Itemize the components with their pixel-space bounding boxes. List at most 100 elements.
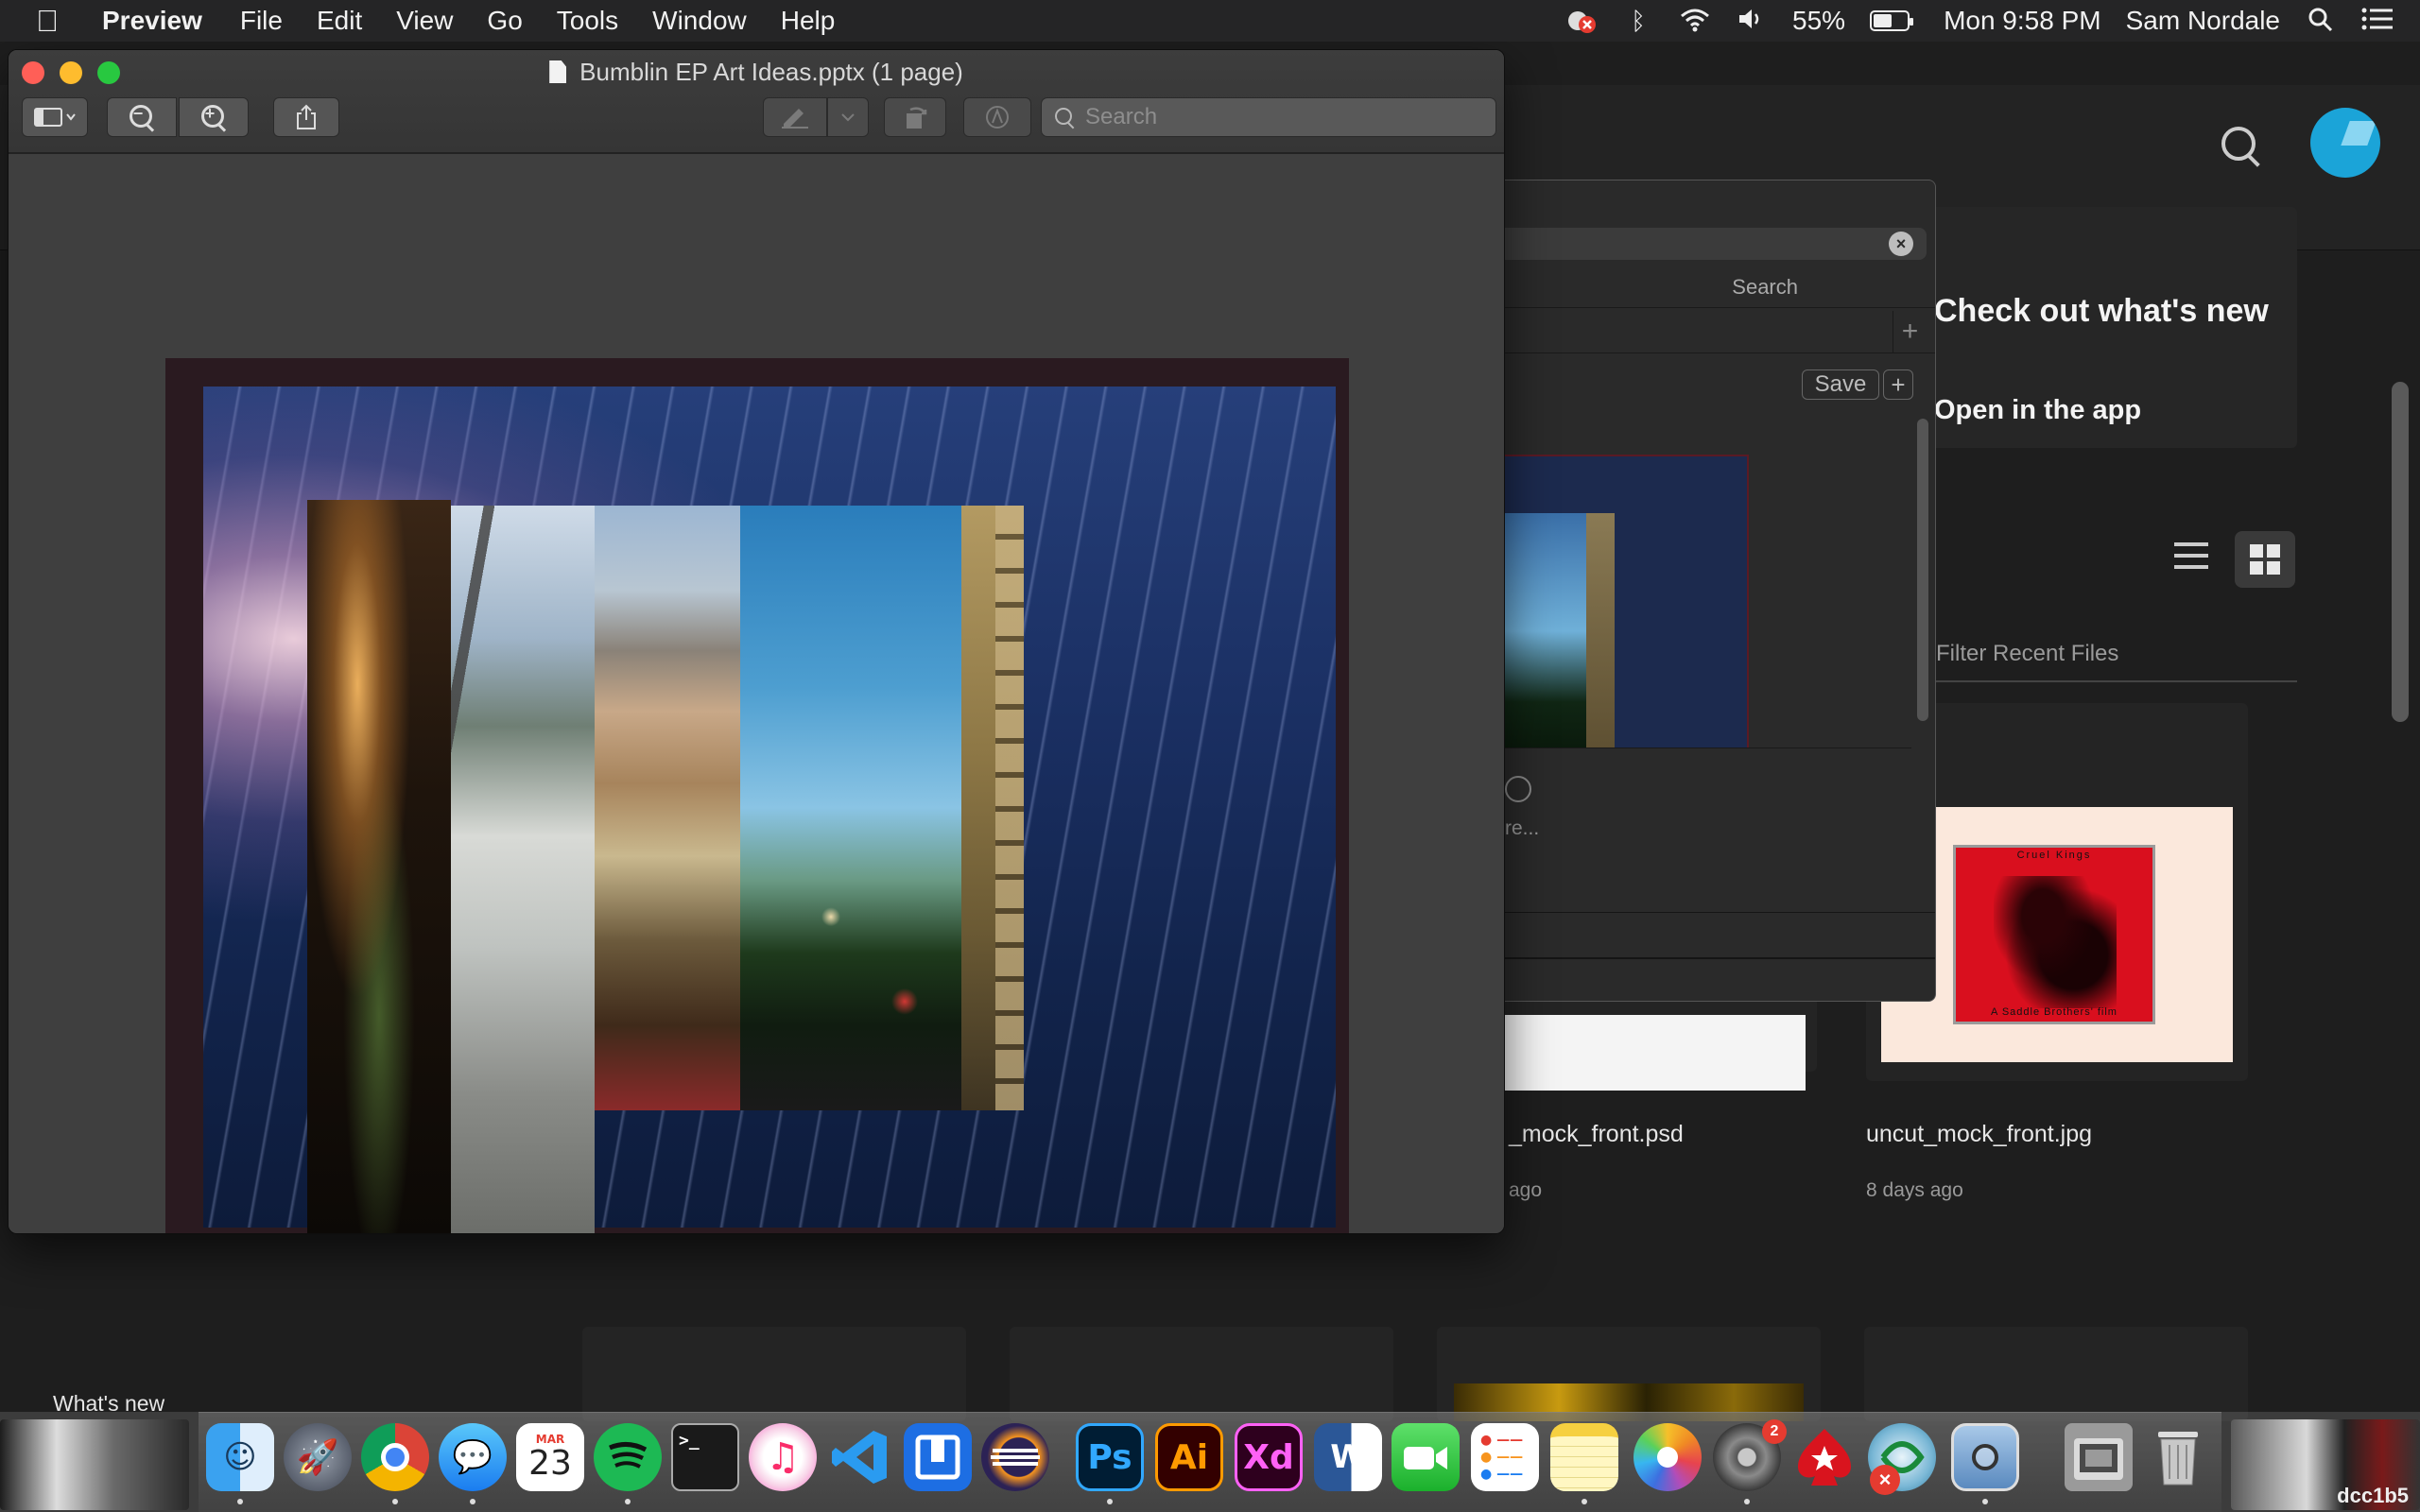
sidebar-toggle-button[interactable] xyxy=(22,97,88,137)
photos-icon[interactable] xyxy=(1634,1423,1702,1491)
menu-view[interactable]: View xyxy=(396,6,453,36)
file-card[interactable] xyxy=(582,1327,966,1421)
more-label[interactable]: re... xyxy=(1505,817,1539,840)
menu-file[interactable]: File xyxy=(240,6,283,36)
document-view[interactable] xyxy=(9,156,1504,1233)
title-bar[interactable]: Bumblin EP Art Ideas.pptx (1 page) − + S… xyxy=(9,50,1504,154)
grid-view-icon[interactable] xyxy=(2235,531,2295,588)
plus-button[interactable]: + xyxy=(1883,369,1913,400)
dock: ☺ 🚀 💬 MAR 23 >_ ♫ Ps Ai Xd W ● —— ● —— ● —… xyxy=(0,1412,2420,1512)
photoshop-icon[interactable]: Ps xyxy=(1076,1423,1144,1491)
scrollbar[interactable] xyxy=(1917,419,1928,721)
markup-dropdown-button[interactable] xyxy=(827,97,869,137)
file-name[interactable]: _mock_front.psd xyxy=(1509,1121,1684,1148)
calendar-day: 23 xyxy=(528,1444,572,1483)
avatar[interactable] xyxy=(2310,108,2380,178)
running-indicator xyxy=(1582,1499,1587,1504)
menu-window[interactable]: Window xyxy=(652,6,747,36)
spotify-icon[interactable] xyxy=(594,1423,662,1491)
zoom-out-button[interactable]: − xyxy=(107,97,177,137)
xd-icon[interactable]: Xd xyxy=(1235,1423,1303,1491)
markup-toolbar-button[interactable] xyxy=(963,97,1031,137)
cd-cover-subtext: A Saddle Brothers' film xyxy=(1991,1006,2118,1018)
volume-icon[interactable] xyxy=(1736,7,1768,35)
menu-app-name[interactable]: Preview xyxy=(102,6,202,36)
file-date: 8 days ago xyxy=(1866,1179,1963,1201)
notification-center-icon[interactable] xyxy=(2361,7,2394,35)
corner-label: dcc1b5 xyxy=(2337,1484,2409,1507)
bluetooth-icon[interactable]: ᛒ xyxy=(1622,7,1654,35)
scrollbar[interactable] xyxy=(2392,382,2409,722)
finder-icon[interactable]: ☺ xyxy=(206,1423,274,1491)
divider xyxy=(1505,352,1935,353)
calendar-icon[interactable]: MAR 23 xyxy=(516,1423,584,1491)
preview-window: Bumblin EP Art Ideas.pptx (1 page) − + S… xyxy=(8,49,1505,1234)
markup-pen-button[interactable] xyxy=(763,97,827,137)
notification-badge: 2 xyxy=(1762,1419,1787,1444)
itunes-icon[interactable]: ♫ xyxy=(749,1423,817,1491)
share-button[interactable] xyxy=(273,97,339,137)
sourcetree-icon[interactable] xyxy=(904,1423,972,1491)
cd-cover-text: Cruel Kings xyxy=(2016,850,2092,861)
zoom-out-icon: − xyxy=(130,104,154,129)
spotlight-search-icon[interactable] xyxy=(2305,7,2337,35)
menu-help[interactable]: Help xyxy=(781,6,836,36)
eclipse-icon[interactable] xyxy=(981,1423,1049,1491)
file-name[interactable]: uncut_mock_front.jpg xyxy=(1866,1121,2092,1148)
slide-thumbnail[interactable] xyxy=(1505,455,1749,747)
menu-go[interactable]: Go xyxy=(487,6,522,36)
more-icon[interactable] xyxy=(1505,776,1531,802)
file-card[interactable] xyxy=(1010,1327,1393,1421)
divider xyxy=(1505,957,1935,959)
running-indicator xyxy=(1744,1499,1750,1504)
running-indicator xyxy=(1982,1499,1988,1504)
preview-icon[interactable] xyxy=(1951,1423,2019,1491)
panel-search-input[interactable] xyxy=(1505,228,1927,260)
messages-icon[interactable]: 💬 xyxy=(439,1423,507,1491)
illustrator-icon[interactable]: Ai xyxy=(1155,1423,1223,1491)
vscode-icon[interactable] xyxy=(826,1423,894,1491)
rotate-button[interactable] xyxy=(884,97,946,137)
apple-menu-icon[interactable]:  xyxy=(36,4,76,39)
save-button[interactable]: Save xyxy=(1802,369,1879,400)
creative-cloud-status-icon[interactable] xyxy=(1565,7,1598,35)
battery-percent: 55% xyxy=(1792,6,1846,35)
notes-icon[interactable] xyxy=(1550,1423,1618,1491)
file-card[interactable] xyxy=(1864,1327,2248,1421)
window-photo xyxy=(451,506,595,1233)
menu-tools[interactable]: Tools xyxy=(557,6,618,36)
reminders-icon[interactable]: ● —— ● —— ● —— xyxy=(1471,1423,1539,1491)
menu-edit[interactable]: Edit xyxy=(317,6,362,36)
launchpad-icon[interactable]: 🚀 xyxy=(284,1423,352,1491)
preview-search-input[interactable]: Search xyxy=(1041,97,1496,137)
battery-icon[interactable] xyxy=(1870,10,1914,31)
building-windows xyxy=(995,506,1024,1110)
filter-recent-files-input[interactable]: Filter Recent Files xyxy=(1928,629,2297,682)
user-name[interactable]: Sam Nordale xyxy=(2126,6,2280,36)
share-icon xyxy=(297,104,316,129)
chrome-icon[interactable] xyxy=(361,1423,429,1491)
trash-icon[interactable] xyxy=(2144,1423,2212,1491)
list-view-icon[interactable] xyxy=(2174,542,2208,573)
clear-search-icon[interactable]: × xyxy=(1889,232,1913,256)
zoom-in-button[interactable]: + xyxy=(179,97,249,137)
facetime-icon[interactable] xyxy=(1392,1423,1460,1491)
search-icon xyxy=(1055,108,1076,129)
open-in-app-link[interactable]: Open in the app xyxy=(1934,395,2141,426)
sidebar-icon xyxy=(34,108,76,127)
terminal-icon[interactable]: >_ xyxy=(671,1423,739,1491)
clock[interactable]: Mon 9:58 PM xyxy=(1944,6,2101,36)
slide-page[interactable] xyxy=(165,358,1349,1233)
running-indicator xyxy=(1107,1499,1113,1504)
downloads-folder-icon[interactable] xyxy=(2065,1423,2133,1491)
pokerstars-icon[interactable] xyxy=(1790,1423,1858,1491)
desktop-thumbnail[interactable] xyxy=(0,1419,189,1510)
add-icon[interactable]: + xyxy=(1893,311,1927,352)
wifi-icon[interactable] xyxy=(1679,7,1711,35)
error-badge-icon: × xyxy=(1870,1465,1900,1495)
search-icon[interactable] xyxy=(2218,123,2263,168)
file-date: ago xyxy=(1509,1179,1543,1201)
word-icon[interactable]: W xyxy=(1314,1423,1382,1491)
chevron-down-icon xyxy=(841,113,855,122)
running-indicator xyxy=(392,1499,398,1504)
